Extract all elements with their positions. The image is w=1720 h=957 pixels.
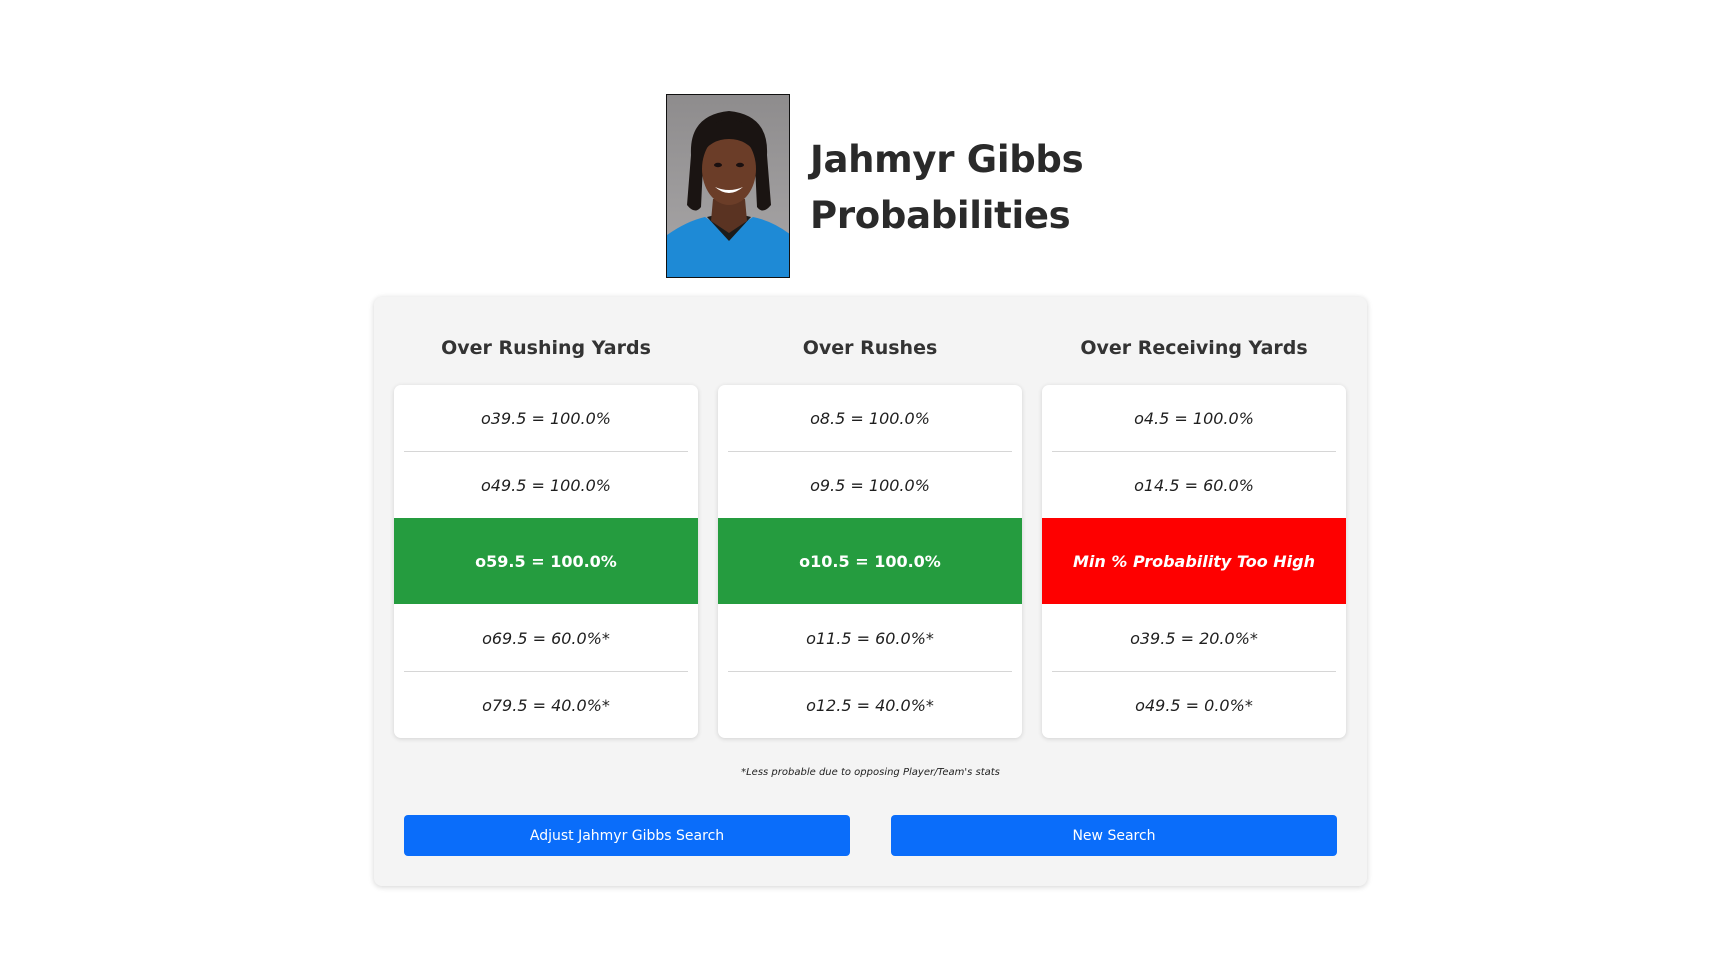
new-search-button[interactable]: New Search [891,815,1337,856]
option-row[interactable]: o69.5 = 60.0%* [394,605,698,671]
column-header-rushes: Over Rushes [802,337,938,359]
option-row[interactable]: o49.5 = 0.0%* [1042,672,1346,738]
option-row[interactable]: o39.5 = 100.0% [394,385,698,451]
error-row: Min % Probability Too High [1042,518,1346,604]
option-row[interactable]: o11.5 = 60.0%* [718,605,1022,671]
list-rushing-yards: o39.5 = 100.0% o49.5 = 100.0% o59.5 = 10… [394,385,698,738]
probabilities-card: Over Rushing Yards o39.5 = 100.0% o49.5 … [374,297,1367,886]
option-row[interactable]: o8.5 = 100.0% [718,385,1022,451]
option-row[interactable]: o12.5 = 40.0%* [718,672,1022,738]
player-photo [666,94,790,278]
player-header: Jahmyr Gibbs Probabilities [666,94,1084,278]
option-row[interactable]: o39.5 = 20.0%* [1042,605,1346,671]
list-rushes: o8.5 = 100.0% o9.5 = 100.0% o10.5 = 100.… [718,385,1022,738]
option-row[interactable]: o14.5 = 60.0% [1042,452,1346,518]
player-name: Jahmyr Gibbs [810,138,1084,181]
option-row-selected[interactable]: o59.5 = 100.0% [394,518,698,604]
column-header-receiving-yards: Over Receiving Yards [1080,337,1308,359]
option-row[interactable]: o49.5 = 100.0% [394,452,698,518]
option-row[interactable]: o9.5 = 100.0% [718,452,1022,518]
option-row[interactable]: o79.5 = 40.0%* [394,672,698,738]
page-subtitle: Probabilities [810,194,1071,237]
column-header-rushing-yards: Over Rushing Yards [441,337,651,359]
page: Jahmyr Gibbs Probabilities Over Rushing … [0,0,1720,957]
footnote: *Less probable due to opposing Player/Te… [741,767,1000,778]
option-row[interactable]: o4.5 = 100.0% [1042,385,1346,451]
title-block: Jahmyr Gibbs Probabilities [810,132,1084,244]
option-row-selected[interactable]: o10.5 = 100.0% [718,518,1022,604]
list-receiving-yards: o4.5 = 100.0% o14.5 = 60.0% Min % Probab… [1042,385,1346,738]
adjust-search-button[interactable]: Adjust Jahmyr Gibbs Search [404,815,850,856]
